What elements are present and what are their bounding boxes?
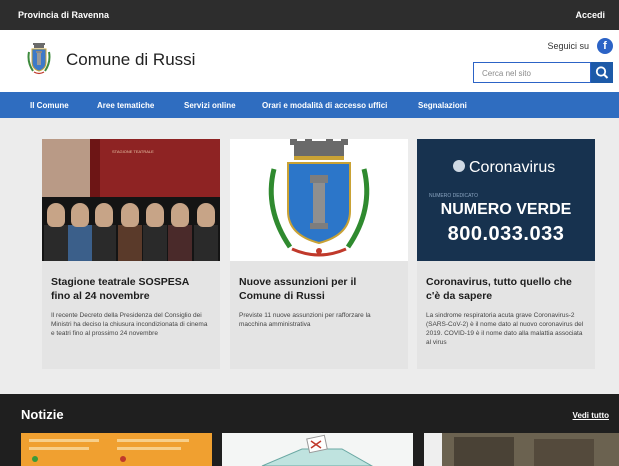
card-text: Il recente Decreto della Presidenza del …	[51, 312, 208, 337]
news-title: Notizie	[21, 407, 64, 422]
crest-icon[interactable]	[26, 42, 52, 76]
card-body: Stagione teatrale SOSPESA fino al 24 nov…	[42, 261, 220, 369]
featured-section: STAGIONE TEATRALE Stagione teatrale SOSP…	[0, 118, 619, 394]
virus-icon	[453, 160, 465, 172]
banner-number: 800.033.033	[447, 223, 565, 245]
card-text: Previste 11 nuove assunzioni per rafforz…	[239, 312, 371, 328]
news-section: Notizie Vedi tutto	[0, 394, 619, 466]
poster-photo	[42, 139, 90, 197]
nav-item-servizi-online[interactable]: Servizi online	[184, 101, 236, 110]
follow-label: Seguici su	[547, 41, 589, 51]
see-all-link[interactable]: Vedi tutto	[573, 411, 609, 420]
poster-strip	[90, 139, 100, 197]
top-bar: Provincia di Ravenna Accedi	[0, 0, 619, 30]
login-link[interactable]: Accedi	[575, 10, 605, 20]
news-thumb[interactable]	[222, 433, 413, 466]
nav-item-aree-tematiche[interactable]: Aree tematiche	[97, 101, 154, 110]
card-body: Nuove assunzioni per il Comune di Russi …	[230, 261, 408, 369]
poster-faces	[42, 197, 220, 261]
municipal-crest[interactable]	[230, 139, 408, 261]
card-text: La sindrome respiratoria acuta grave Cor…	[426, 312, 584, 346]
card-body: Coronavirus, tutto quello che c'è da sap…	[417, 261, 595, 369]
banner-title: Coronavirus	[469, 159, 556, 176]
card-title[interactable]: Coronavirus, tutto quello che c'è da sap…	[426, 275, 586, 303]
search-input[interactable]: Cerca nel sito	[473, 62, 591, 83]
coronavirus-banner[interactable]: Coronavirus NUMERO DEDICATO NUMERO VERDE…	[417, 139, 595, 261]
nav-item-segnalazioni[interactable]: Segnalazioni	[418, 101, 467, 110]
site-header: Comune di Russi Seguici su f Cerca nel s…	[0, 30, 619, 92]
theatre-season-poster[interactable]: STAGIONE TEATRALE	[42, 139, 220, 261]
featured-card-theatre[interactable]: STAGIONE TEATRALE Stagione teatrale SOSP…	[42, 139, 220, 369]
search-button[interactable]	[591, 62, 613, 83]
search-icon	[595, 66, 609, 79]
banner-line: NUMERO VERDE	[440, 201, 572, 218]
organization-link[interactable]: Provincia di Ravenna	[18, 10, 109, 20]
card-title[interactable]: Nuove assunzioni per il Comune di Russi	[239, 275, 399, 303]
nav-item-il-comune[interactable]: Il Comune	[30, 101, 69, 110]
featured-card-assunzioni[interactable]: Nuove assunzioni per il Comune di Russi …	[230, 139, 408, 369]
news-thumb[interactable]	[21, 433, 212, 466]
nav-item-orari-uffici[interactable]: Orari e modalità di accesso uffici	[262, 101, 387, 110]
news-thumb[interactable]	[424, 433, 619, 466]
featured-card-coronavirus[interactable]: Coronavirus NUMERO DEDICATO NUMERO VERDE…	[417, 139, 595, 369]
main-nav: Il Comune Aree tematiche Servizi online …	[0, 92, 619, 118]
banner-small-text: NUMERO DEDICATO	[429, 193, 478, 199]
crest-image	[268, 139, 370, 257]
site-title[interactable]: Comune di Russi	[66, 50, 195, 70]
facebook-icon[interactable]: f	[597, 38, 613, 54]
poster-text: STAGIONE TEATRALE	[112, 149, 154, 154]
card-title[interactable]: Stagione teatrale SOSPESA fino al 24 nov…	[51, 275, 211, 303]
